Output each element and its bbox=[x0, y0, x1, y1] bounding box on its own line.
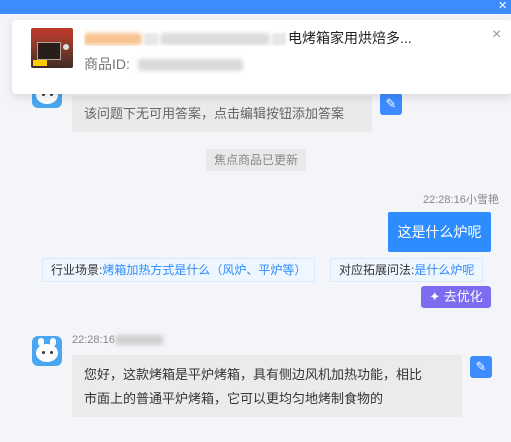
user-question-bubble: 这是什么炉呢 bbox=[388, 212, 491, 252]
bot-reply-bubble: 您好，这款烤箱是平炉烤箱，具有侧边风机加热功能，相比 市面上的普通平炉烤箱，它可… bbox=[72, 355, 462, 417]
redacted-brand bbox=[84, 33, 142, 46]
redacted-name bbox=[114, 335, 163, 346]
edit-icon[interactable]: ✎ bbox=[470, 356, 492, 378]
bot-message-meta: 22:28:16 bbox=[72, 334, 163, 346]
oven-product-thumbnail bbox=[31, 28, 73, 68]
redacted-product-id bbox=[137, 59, 243, 72]
extended-question-link[interactable]: 是什么炉呢 bbox=[414, 263, 474, 277]
close-icon[interactable]: × bbox=[498, 0, 507, 15]
no-answer-bubble: 该问题下无可用答案，点击编辑按钮添加答案 bbox=[72, 96, 372, 132]
product-id: 商品ID: bbox=[84, 54, 243, 74]
industry-scene-link[interactable]: 烤箱加热方式是什么（风炉、平炉等） bbox=[102, 263, 306, 277]
window-top-bar: × bbox=[0, 0, 511, 14]
bot-avatar bbox=[32, 336, 62, 366]
optimize-button[interactable]: ✦ 去优化 bbox=[421, 286, 491, 308]
focus-product-card[interactable]: 电烤箱家用烘焙多... 商品ID: × bbox=[12, 20, 511, 94]
magic-wand-icon: ✦ bbox=[429, 289, 441, 304]
close-icon[interactable]: × bbox=[492, 26, 501, 44]
industry-scene-chip[interactable]: 行业场景:烤箱加热方式是什么（风炉、平炉等） bbox=[42, 258, 316, 282]
bot-reply-line: 您好，这款烤箱是平炉烤箱，具有侧边风机加热功能，相比 bbox=[84, 367, 423, 382]
user-message-meta: 22:28:16小雪艳 bbox=[423, 194, 499, 206]
extended-question-chip[interactable]: 对应拓展问法:是什么炉呢 bbox=[330, 258, 484, 282]
product-title: 电烤箱家用烘焙多... bbox=[84, 28, 484, 46]
system-note: 焦点商品已更新 bbox=[206, 149, 306, 171]
bot-reply-line: 市面上的普通平炉烤箱，它可以更均匀地烤制食物的 bbox=[84, 391, 384, 406]
edit-icon[interactable]: ✎ bbox=[380, 93, 402, 115]
redacted-model bbox=[160, 33, 270, 46]
